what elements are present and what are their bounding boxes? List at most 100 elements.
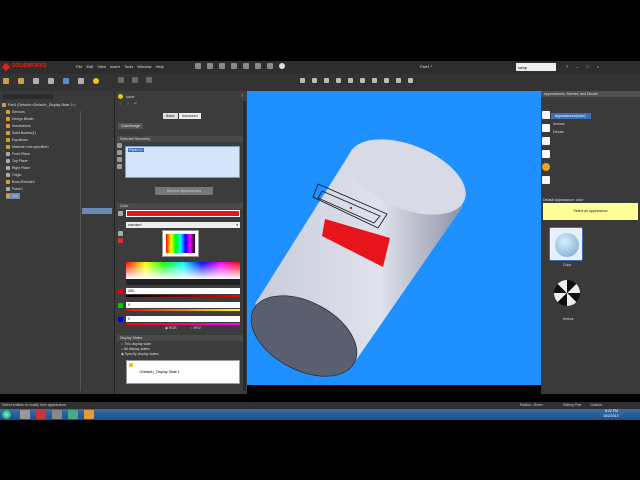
feature-filter-icon[interactable] bbox=[117, 157, 122, 162]
view-orientation-icon[interactable] bbox=[348, 78, 353, 83]
section-color[interactable]: Color bbox=[117, 203, 243, 209]
tree-item-solid-bodies[interactable]: Solid Bodies(1) bbox=[6, 130, 36, 136]
blue-value-field[interactable]: 0 bbox=[126, 316, 240, 322]
new-icon[interactable] bbox=[195, 63, 201, 69]
features-icon[interactable] bbox=[3, 78, 9, 84]
dimxpert-icon[interactable] bbox=[48, 78, 54, 84]
menu-insert[interactable]: Insert bbox=[110, 64, 120, 69]
display-state-item[interactable]: <Default>_Display State 1 bbox=[139, 370, 180, 374]
office-icon[interactable] bbox=[63, 78, 69, 84]
body-filter-icon[interactable] bbox=[117, 164, 122, 169]
app-icon[interactable] bbox=[52, 410, 62, 419]
select-icon[interactable] bbox=[255, 63, 261, 69]
edit-appearance-icon[interactable] bbox=[384, 78, 389, 83]
start-button-icon[interactable] bbox=[2, 410, 11, 419]
browser-icon[interactable] bbox=[68, 410, 78, 419]
cancel-icon[interactable]: ✕ bbox=[126, 101, 129, 106]
hsv-radio[interactable]: ○ HSV bbox=[191, 326, 201, 331]
blue-slider[interactable] bbox=[126, 323, 240, 325]
tree-item-cut[interactable]: Cut bbox=[6, 193, 21, 199]
apply-scene-icon[interactable] bbox=[396, 78, 401, 83]
tab-color-image[interactable]: Color/Image bbox=[118, 123, 144, 129]
search-input[interactable] bbox=[516, 63, 556, 71]
menu-tools[interactable]: Tools bbox=[124, 64, 133, 69]
menu-file[interactable]: File bbox=[76, 64, 82, 69]
file-explorer-tab-icon[interactable] bbox=[542, 137, 550, 145]
face-filter-icon[interactable] bbox=[117, 150, 122, 155]
ok-icon[interactable]: ✓ bbox=[119, 101, 122, 106]
feature-manager-tab-icon[interactable] bbox=[118, 77, 124, 83]
config-manager-tab-icon[interactable] bbox=[146, 77, 152, 83]
tree-item-origin[interactable]: Origin bbox=[6, 172, 21, 178]
rgb-radio[interactable]: ◉ RGB bbox=[165, 326, 177, 331]
option-specify-display-states[interactable]: ◉ Specify display states bbox=[121, 352, 159, 357]
solidworks-taskbar-icon[interactable] bbox=[36, 410, 46, 419]
design-library-tab-icon[interactable] bbox=[542, 124, 550, 132]
media-icon[interactable] bbox=[84, 410, 94, 419]
tab-advanced[interactable]: Advanced bbox=[179, 113, 201, 119]
green-value-field[interactable]: 0 bbox=[126, 302, 240, 308]
swatch-grid[interactable] bbox=[166, 234, 195, 253]
red-slider[interactable] bbox=[126, 295, 240, 297]
previous-view-icon[interactable] bbox=[324, 78, 329, 83]
display-style-icon[interactable] bbox=[360, 78, 365, 83]
zoom-area-icon[interactable] bbox=[312, 78, 317, 83]
tree-item-top-plane[interactable]: Top Plane bbox=[6, 158, 28, 164]
part-filter-icon[interactable] bbox=[117, 143, 122, 148]
undo-icon[interactable]: ↶ bbox=[134, 101, 137, 106]
tree-item-boss-extrude[interactable]: Boss-Extrude1 bbox=[6, 179, 35, 185]
filter-bar[interactable] bbox=[3, 94, 53, 99]
undo-icon[interactable] bbox=[243, 63, 249, 69]
rebuild-icon[interactable] bbox=[267, 63, 273, 69]
explorer-icon[interactable] bbox=[20, 410, 30, 419]
maximize-icon[interactable]: □ bbox=[586, 64, 588, 69]
tree-item-material[interactable]: Material <not specified> bbox=[6, 144, 49, 150]
appearance-icon[interactable] bbox=[93, 78, 99, 84]
appearance-thumb-texture[interactable] bbox=[549, 278, 583, 312]
tree-root[interactable]: Part1 (Default<<Default>_Display State 1… bbox=[2, 102, 76, 108]
section-selected-geometry[interactable]: Selected Geometry bbox=[117, 136, 243, 142]
swatch-library-dropdown[interactable]: standard ▾ bbox=[126, 222, 240, 228]
view-palette-tab-icon[interactable] bbox=[542, 150, 550, 158]
tab-basic[interactable]: Basic bbox=[163, 113, 178, 119]
remove-appearances-button[interactable]: Remove Appearances bbox=[155, 187, 213, 195]
custom-properties-tab-icon[interactable] bbox=[542, 176, 550, 184]
tree-appearances[interactable]: Appearances(color) bbox=[551, 113, 591, 119]
menu-window[interactable]: Window bbox=[137, 64, 151, 69]
eyedropper-icon[interactable] bbox=[118, 211, 123, 216]
help-icon[interactable]: ? bbox=[566, 64, 568, 69]
resources-tab-icon[interactable] bbox=[542, 111, 550, 119]
graphics-area[interactable] bbox=[247, 91, 541, 385]
model-canvas[interactable] bbox=[247, 91, 541, 385]
menu-view[interactable]: View bbox=[97, 64, 106, 69]
sketch-icon[interactable] bbox=[18, 78, 24, 84]
tree-item-right-plane[interactable]: Right Plane bbox=[6, 165, 30, 171]
tree-decals[interactable]: Decals bbox=[553, 130, 564, 134]
tools-icon[interactable] bbox=[78, 78, 84, 84]
hide-show-icon[interactable] bbox=[372, 78, 377, 83]
selected-geometry-list[interactable]: Face<1> bbox=[125, 146, 240, 178]
close-icon[interactable]: × bbox=[597, 64, 599, 69]
red-value-field[interactable]: 255 bbox=[126, 288, 240, 294]
color-spectrum[interactable] bbox=[126, 262, 240, 279]
appearances-tab-icon[interactable] bbox=[542, 163, 550, 171]
save-icon[interactable] bbox=[219, 63, 225, 69]
minimize-icon[interactable]: – bbox=[576, 64, 578, 69]
status-units[interactable]: Custom bbox=[590, 403, 602, 407]
menu-help[interactable]: Help bbox=[156, 64, 164, 69]
open-icon[interactable] bbox=[207, 63, 213, 69]
display-states-list[interactable]: <Default>_Display State 1 bbox=[126, 360, 240, 384]
section-display-states[interactable]: Display States bbox=[117, 335, 243, 341]
green-slider[interactable] bbox=[126, 309, 240, 311]
print-icon[interactable] bbox=[231, 63, 237, 69]
property-manager-tab-icon[interactable] bbox=[132, 77, 138, 83]
tree-item-plane1[interactable]: Plane1 bbox=[6, 186, 23, 192]
section-view-icon[interactable] bbox=[336, 78, 341, 83]
pm-help-icon[interactable]: ? bbox=[241, 93, 243, 98]
appearance-thumb-color[interactable] bbox=[549, 227, 583, 261]
pm-scrollbar[interactable] bbox=[243, 101, 246, 391]
zoom-fit-icon[interactable] bbox=[300, 78, 305, 83]
remove-swatch-icon[interactable] bbox=[118, 238, 123, 243]
gear-icon[interactable] bbox=[279, 63, 285, 69]
tree-item-sensors[interactable]: Sensors bbox=[6, 109, 25, 115]
